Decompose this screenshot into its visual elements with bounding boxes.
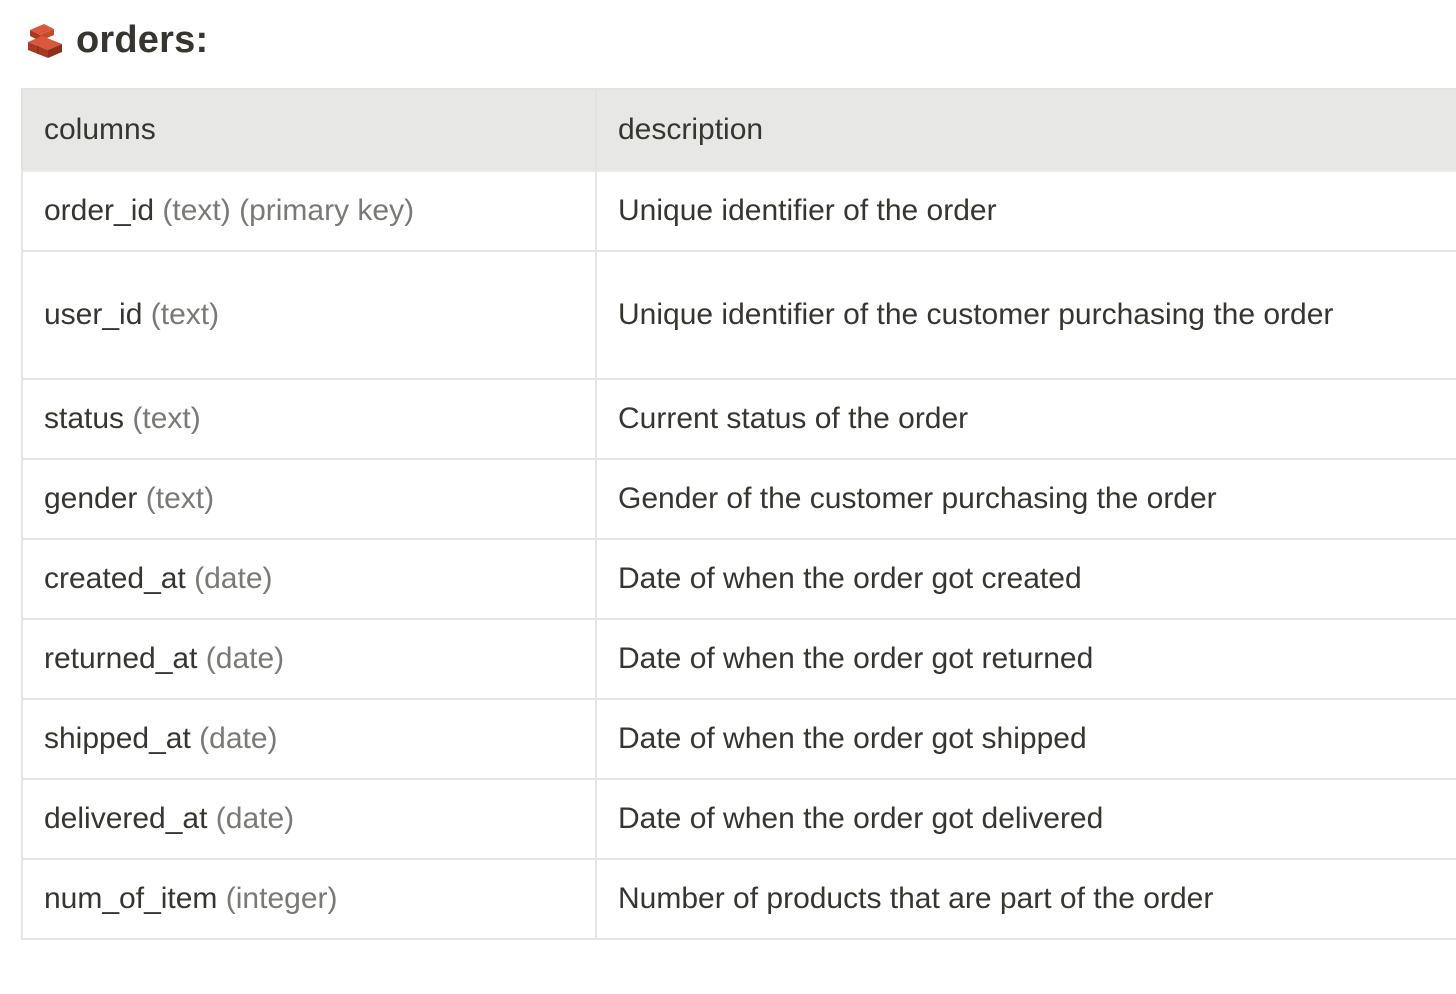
column-name-cell: delivered_at (date)	[21, 778, 597, 860]
column-description: Gender of the customer purchasing the or…	[595, 458, 1456, 540]
column-name-cell: order_id (text) (primary key)	[21, 170, 597, 252]
table-row: created_at (date) Date of when the order…	[21, 538, 1456, 620]
column-type: (date)	[199, 722, 278, 755]
column-description: Current status of the order	[595, 378, 1456, 460]
column-name: status	[44, 402, 125, 435]
column-name: order_id	[44, 194, 155, 227]
page-title: orders:	[76, 18, 209, 61]
column-name: user_id	[44, 298, 143, 331]
column-name-cell: num_of_item (integer)	[21, 858, 597, 940]
table-row: returned_at (date) Date of when the orde…	[21, 618, 1456, 700]
column-name-cell: created_at (date)	[21, 538, 597, 620]
schema-table: columns description order_id (text) (pri…	[21, 88, 1456, 940]
column-name-cell: shipped_at (date)	[21, 698, 597, 780]
column-name-cell: returned_at (date)	[21, 618, 597, 700]
column-name: delivered_at	[44, 802, 208, 835]
column-description: Date of when the order got returned	[595, 618, 1456, 700]
column-description: Number of products that are part of the …	[595, 858, 1456, 940]
column-type: (integer)	[225, 882, 338, 915]
column-name: num_of_item	[44, 882, 218, 915]
table-header-row: columns description	[21, 88, 1456, 172]
table-row: shipped_at (date) Date of when the order…	[21, 698, 1456, 780]
column-name: gender	[44, 482, 138, 515]
table-row: num_of_item (integer) Number of products…	[21, 858, 1456, 940]
column-name-cell: user_id (text)	[21, 250, 597, 380]
column-type: (date)	[215, 802, 295, 835]
column-description: Date of when the order got shipped	[595, 698, 1456, 780]
column-name-cell: status (text)	[21, 378, 597, 460]
columns-header: columns	[21, 88, 597, 172]
column-type: (date)	[205, 642, 285, 675]
table-row: status (text) Current status of the orde…	[21, 378, 1456, 460]
page-heading: orders:	[24, 14, 208, 66]
column-name-cell: gender (text)	[21, 458, 597, 540]
column-type: (text) (primary key)	[162, 194, 415, 227]
column-name: shipped_at	[44, 722, 191, 755]
column-description: Unique identifier of the order	[595, 170, 1456, 252]
column-name: returned_at	[44, 642, 198, 675]
description-header: description	[595, 88, 1456, 172]
table-row: gender (text) Gender of the customer pur…	[21, 458, 1456, 540]
column-type: (date)	[194, 562, 273, 595]
column-description: Date of when the order got delivered	[595, 778, 1456, 860]
table-row: user_id (text) Unique identifier of the …	[21, 250, 1456, 380]
bricks-icon	[24, 20, 64, 60]
table-row: delivered_at (date) Date of when the ord…	[21, 778, 1456, 860]
column-description: Unique identifier of the customer purcha…	[595, 250, 1456, 380]
column-type: (text)	[145, 482, 215, 515]
column-name: created_at	[44, 562, 186, 595]
column-type: (text)	[132, 402, 201, 435]
column-type: (text)	[150, 298, 220, 331]
table-row: order_id (text) (primary key) Unique ide…	[21, 170, 1456, 252]
column-description: Date of when the order got created	[595, 538, 1456, 620]
